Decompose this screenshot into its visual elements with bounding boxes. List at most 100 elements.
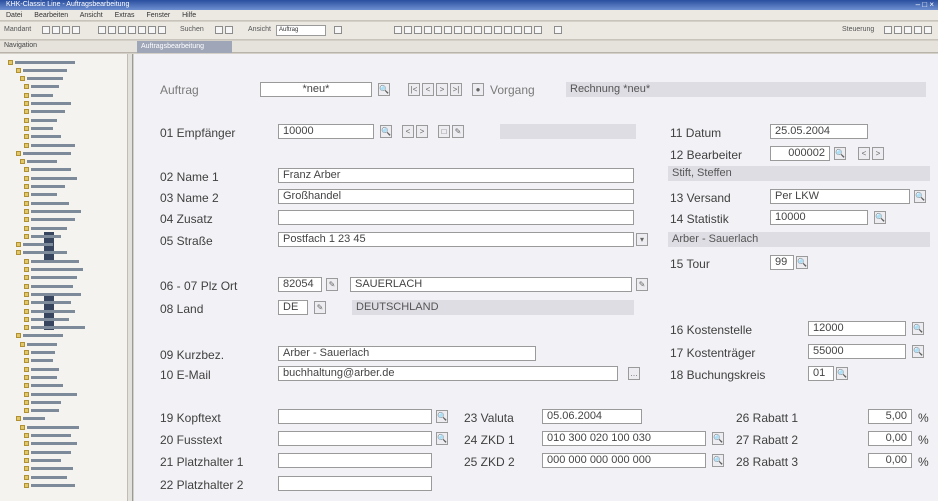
rabatt1-input[interactable]: 5,00 [868,409,912,424]
tree-item[interactable] [24,316,69,322]
toolbar-btn-34[interactable] [924,26,932,34]
toolbar-btn-9[interactable] [138,26,146,34]
tree-item[interactable] [24,184,65,190]
name2-input[interactable]: Großhandel [278,189,634,204]
tree-item[interactable] [24,233,61,239]
toolbar-btn-25[interactable] [504,26,512,34]
toolbar-btn-27[interactable] [524,26,532,34]
menu-help[interactable]: Hilfe [182,12,196,19]
bearbeiter-next-button[interactable]: > [872,147,884,160]
toolbar-btn-1[interactable] [42,26,50,34]
tree-item[interactable] [24,466,73,472]
tree-item[interactable] [24,457,61,463]
strasse-dropdown-icon[interactable]: ▾ [636,233,648,246]
tree-item[interactable] [24,101,71,107]
auftrag-search-icon[interactable]: 🔍 [378,83,390,96]
toolbar-btn-23[interactable] [484,26,492,34]
kostentraeger-search-icon[interactable]: 🔍 [912,345,924,358]
tree-item[interactable] [24,433,71,439]
zkd1-input[interactable]: 010 300 020 100 030 [542,431,706,446]
zusatz-input[interactable] [278,210,634,225]
buchungskreis-input[interactable]: 01 [808,366,834,381]
toolbar-btn-6[interactable] [108,26,116,34]
tree-item[interactable] [20,76,63,82]
empfaenger-prev-button[interactable]: < [402,125,414,138]
last-record-button[interactable]: >| [450,83,462,96]
tree-item[interactable] [20,159,57,165]
statistik-input[interactable]: 10000 [770,210,868,225]
land-code-input[interactable]: DE [278,300,308,315]
tree-item[interactable] [16,242,53,248]
toolbar-btn-22[interactable] [474,26,482,34]
window-controls[interactable]: – □ × [916,0,934,10]
toolbar-btn-33[interactable] [914,26,922,34]
toolbar-btn-15[interactable] [404,26,412,34]
statistik-search-icon[interactable]: 🔍 [874,211,886,224]
tree-item[interactable] [24,192,57,198]
tree-item[interactable] [24,175,77,181]
toolbar-btn-13[interactable] [334,26,342,34]
tab-auftragsbearbeitung[interactable]: Auftragsbearbeitung [137,41,232,53]
tree-item[interactable] [20,341,57,347]
menu-file[interactable]: Datei [6,12,22,19]
kostentraeger-input[interactable]: 55000 [808,344,906,359]
tree-item[interactable] [24,474,67,480]
strasse-input[interactable]: Postfach 1 23 45 [278,232,634,247]
sidebar-scrollbar[interactable] [127,54,132,501]
versand-input[interactable]: Per LKW [770,189,910,204]
tree-item[interactable] [16,150,71,156]
menu-window[interactable]: Fenster [146,12,170,19]
zkd2-input[interactable]: 000 000 000 000 000 [542,453,706,468]
tour-search-icon[interactable]: 🔍 [796,256,808,269]
tree-item[interactable] [24,308,75,314]
fusstext-search-icon[interactable]: 🔍 [436,432,448,445]
tree-item[interactable] [24,283,73,289]
tree-item[interactable] [24,358,53,364]
valuta-input[interactable]: 05.06.2004 [542,409,642,424]
tree-item[interactable] [8,59,75,65]
toolbar-btn-20[interactable] [454,26,462,34]
tree-item[interactable] [24,300,71,306]
buchungskreis-search-icon[interactable]: 🔍 [836,367,848,380]
toolbar-btn-16[interactable] [414,26,422,34]
toolbar-btn-24[interactable] [494,26,502,34]
toolbar-btn-21[interactable] [464,26,472,34]
toolbar-btn-4[interactable] [72,26,80,34]
tree-item[interactable] [24,92,53,98]
empfaenger-next-button[interactable]: > [416,125,428,138]
name1-input[interactable]: Franz Arber [278,168,634,183]
toolbar-combo[interactable]: Auftrag [276,25,326,36]
toolbar-btn-31[interactable] [894,26,902,34]
platzhalter2-input[interactable] [278,476,432,491]
tree-item[interactable] [20,424,79,430]
tree-item[interactable] [24,374,57,380]
ort-edit-icon[interactable]: ✎ [636,278,648,291]
tree-item[interactable] [24,482,75,488]
menu-view[interactable]: Ansicht [80,12,103,19]
toolbar-btn-2[interactable] [52,26,60,34]
versand-search-icon[interactable]: 🔍 [914,190,926,203]
ort-input[interactable]: SAUERLACH [350,277,632,292]
platzhalter1-input[interactable] [278,453,432,468]
tour-input[interactable]: 99 [770,255,794,270]
first-record-button[interactable]: |< [408,83,420,96]
tree-item[interactable] [16,250,67,256]
bearbeiter-search-icon[interactable]: 🔍 [834,147,846,160]
tree-item[interactable] [24,408,59,414]
tree-item[interactable] [24,383,63,389]
toolbar-btn-30[interactable] [884,26,892,34]
rabatt2-input[interactable]: 0,00 [868,431,912,446]
toolbar-btn-28[interactable] [534,26,542,34]
next-record-button[interactable]: > [436,83,448,96]
email-input[interactable]: buchhaltung@arber.de [278,366,618,381]
tree-item[interactable] [24,441,77,447]
rabatt3-input[interactable]: 0,00 [868,453,912,468]
tree-item[interactable] [16,67,67,73]
tree-item[interactable] [24,275,77,281]
tree-item[interactable] [24,84,59,90]
tree-item[interactable] [16,416,45,422]
tree-item[interactable] [24,134,61,140]
tree-item[interactable] [16,333,63,339]
tree-item[interactable] [24,208,81,214]
toolbar-btn-29[interactable] [554,26,562,34]
